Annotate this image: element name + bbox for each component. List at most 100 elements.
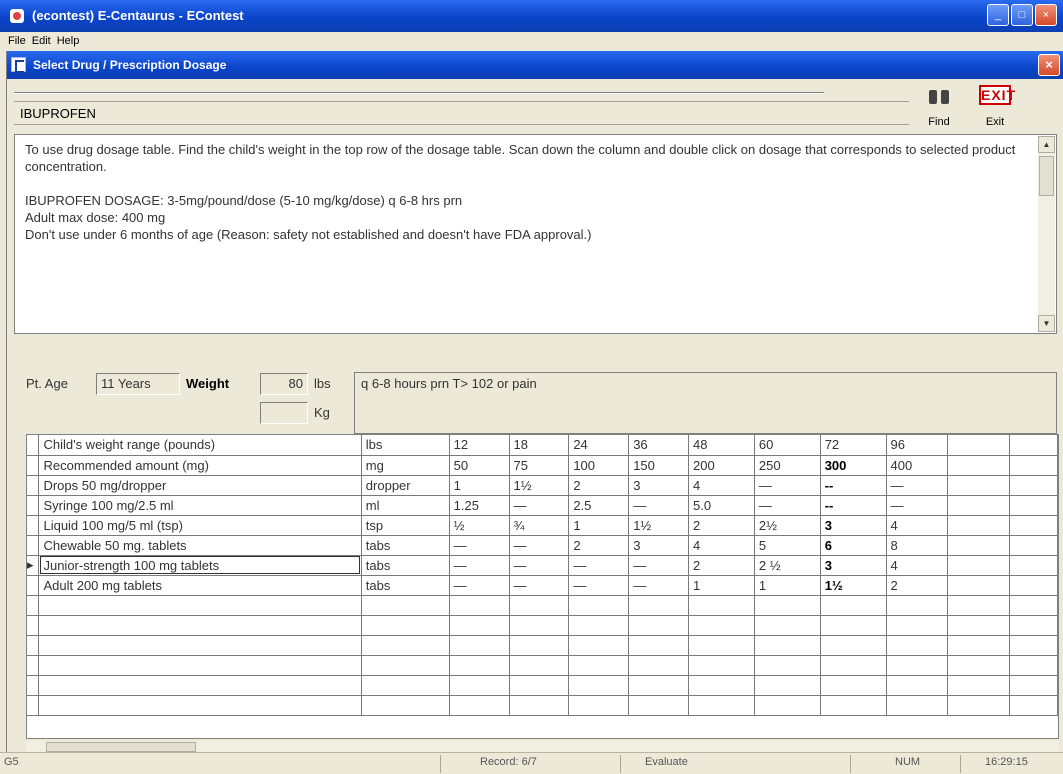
close-window-icon[interactable]: × [1035, 4, 1057, 26]
table-cell[interactable]: 300 [820, 455, 887, 476]
table-cell[interactable]: 2 [568, 475, 630, 496]
row-label[interactable] [38, 695, 362, 716]
table-cell[interactable] [568, 615, 630, 636]
table-cell[interactable] [947, 535, 1011, 556]
table-cell[interactable] [1009, 655, 1058, 676]
table-cell[interactable] [820, 695, 887, 716]
table-cell[interactable] [628, 615, 690, 636]
table-cell[interactable] [449, 615, 510, 636]
table-cell[interactable]: 150 [628, 455, 690, 476]
table-cell[interactable] [947, 615, 1011, 636]
table-cell[interactable] [947, 635, 1011, 656]
table-cell[interactable]: 4 [688, 475, 755, 496]
table-cell[interactable] [947, 595, 1011, 616]
table-cell[interactable]: 1 [449, 475, 510, 496]
row-label[interactable] [38, 595, 362, 616]
table-cell[interactable]: 1½ [509, 475, 570, 496]
table-cell[interactable]: tabs [361, 555, 450, 576]
minimize-icon[interactable]: _ [987, 4, 1009, 26]
table-cell[interactable] [1009, 495, 1058, 516]
table-cell[interactable] [568, 675, 630, 696]
table-cell[interactable]: 2 [688, 515, 755, 536]
row-selector[interactable] [27, 535, 40, 556]
maximize-icon[interactable]: □ [1011, 4, 1033, 26]
table-cell[interactable]: 2 ½ [754, 555, 821, 576]
table-cell[interactable] [509, 635, 570, 656]
table-cell[interactable] [628, 655, 690, 676]
row-label[interactable]: Syringe 100 mg/2.5 ml [38, 495, 362, 516]
grid-scroll-thumb[interactable] [46, 742, 196, 752]
table-cell[interactable] [1009, 675, 1058, 696]
table-cell[interactable]: 5 [754, 535, 821, 556]
table-cell[interactable] [568, 595, 630, 616]
table-cell[interactable] [688, 635, 755, 656]
table-cell[interactable]: 3 [628, 475, 690, 496]
table-cell[interactable]: ml [361, 495, 450, 516]
table-cell[interactable]: 1 [568, 515, 630, 536]
table-cell[interactable]: -- [820, 475, 887, 496]
table-cell[interactable] [1009, 455, 1058, 476]
scroll-thumb[interactable] [1039, 156, 1054, 196]
table-cell[interactable] [688, 695, 755, 716]
table-cell[interactable] [568, 635, 630, 656]
table-cell[interactable]: — [628, 555, 690, 576]
table-cell[interactable] [754, 695, 821, 716]
table-cell[interactable] [509, 675, 570, 696]
row-selector[interactable] [27, 675, 40, 696]
table-cell[interactable] [947, 475, 1011, 496]
table-cell[interactable] [688, 615, 755, 636]
table-cell[interactable] [628, 635, 690, 656]
row-selector[interactable] [27, 495, 40, 516]
table-cell[interactable]: tabs [361, 575, 450, 596]
row-selector[interactable] [27, 635, 40, 656]
table-row[interactable] [27, 655, 1058, 676]
table-cell[interactable]: — [754, 495, 821, 516]
scroll-up-icon[interactable]: ▲ [1038, 136, 1055, 153]
table-cell[interactable] [820, 635, 887, 656]
table-cell[interactable] [361, 615, 450, 636]
table-cell[interactable]: 6 [820, 535, 887, 556]
table-cell[interactable]: 3 [820, 515, 887, 536]
age-field[interactable]: 11 Years [96, 373, 180, 395]
table-cell[interactable] [947, 455, 1011, 476]
table-cell[interactable]: 72 [820, 435, 887, 456]
instructions-textarea[interactable]: To use drug dosage table. Find the child… [14, 134, 1057, 334]
table-cell[interactable] [886, 655, 949, 676]
table-cell[interactable]: 4 [886, 515, 949, 536]
table-row[interactable] [27, 635, 1058, 656]
table-cell[interactable]: 2 [568, 535, 630, 556]
table-cell[interactable] [1009, 475, 1058, 496]
table-cell[interactable] [449, 695, 510, 716]
table-cell[interactable] [886, 695, 949, 716]
row-selector[interactable] [27, 595, 40, 616]
table-cell[interactable] [568, 695, 630, 716]
table-cell[interactable] [947, 675, 1011, 696]
table-cell[interactable] [754, 655, 821, 676]
instructions-scrollbar[interactable]: ▲ ▼ [1038, 136, 1055, 332]
table-cell[interactable]: 12 [449, 435, 510, 456]
table-cell[interactable]: 60 [754, 435, 821, 456]
table-cell[interactable]: 2.5 [568, 495, 630, 516]
row-label[interactable]: Liquid 100 mg/5 ml (tsp) [38, 515, 362, 536]
table-cell[interactable] [688, 595, 755, 616]
row-selector[interactable] [27, 655, 40, 676]
row-selector[interactable] [27, 435, 40, 456]
table-cell[interactable]: — [886, 495, 949, 516]
table-cell[interactable]: 1.25 [449, 495, 510, 516]
menu-file[interactable]: File [8, 32, 26, 50]
table-cell[interactable] [361, 675, 450, 696]
table-cell[interactable] [361, 635, 450, 656]
row-label[interactable]: Junior-strength 100 mg tablets [38, 555, 362, 576]
row-label[interactable]: Child's weight range (pounds) [38, 435, 362, 456]
table-cell[interactable] [509, 695, 570, 716]
table-cell[interactable]: 1½ [628, 515, 690, 536]
table-cell[interactable]: 8 [886, 535, 949, 556]
table-cell[interactable]: 1 [754, 575, 821, 596]
row-selector[interactable] [27, 515, 40, 536]
drug-name-field[interactable]: IBUPROFEN [14, 101, 909, 125]
table-row[interactable]: Drops 50 mg/dropper dropper 1 1½ 2 3 4— -- — [27, 475, 1058, 496]
table-cell[interactable] [754, 635, 821, 656]
table-row[interactable] [27, 615, 1058, 636]
table-row[interactable]: Liquid 100 mg/5 ml (tsp) tsp ½ ¾ 1 1½ 2 2½ 3 4 [27, 515, 1058, 536]
table-row[interactable]: Adult 200 mg tablets tabs — — — —1 1 1½ 2 [27, 575, 1058, 596]
